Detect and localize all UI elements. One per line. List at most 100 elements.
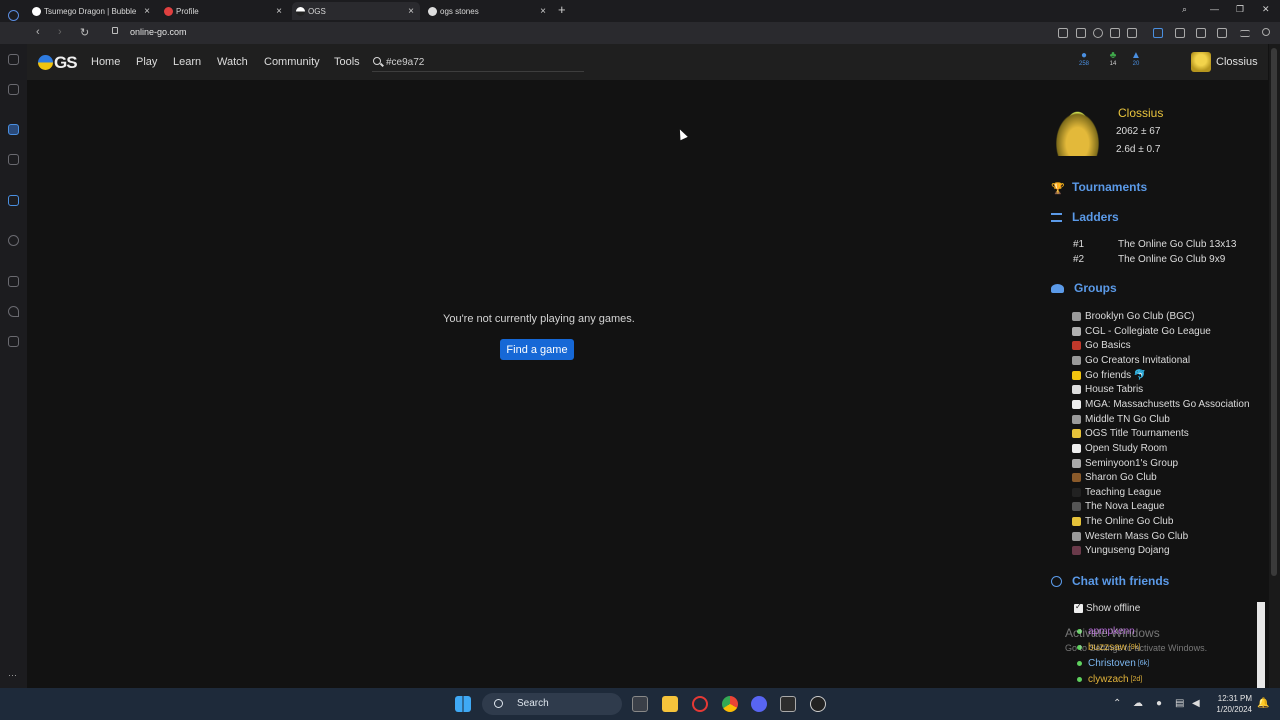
bag-icon[interactable]	[8, 84, 19, 95]
nav-home[interactable]: Home	[91, 56, 120, 68]
friend-item[interactable]: Christoven [6k]	[1077, 658, 1149, 669]
tournaments-link[interactable]: 🏆 Tournaments	[1051, 180, 1147, 195]
group-item[interactable]: The Online Go Club	[1072, 516, 1173, 527]
forward-icon[interactable]: ›	[58, 26, 62, 38]
ladders-link[interactable]: Ladders	[1051, 210, 1119, 224]
tab-profile[interactable]: Profile ×	[160, 2, 288, 20]
microphone-icon[interactable]: ●	[1156, 698, 1162, 709]
group-item[interactable]: Go Basics	[1072, 340, 1131, 351]
scrollbar-thumb[interactable]	[1271, 48, 1277, 576]
group-item[interactable]: Go friends 🐬	[1072, 370, 1146, 381]
snipping-tool-icon[interactable]	[780, 696, 796, 712]
group-item[interactable]: Yunguseng Dojang	[1072, 545, 1170, 556]
opera-icon[interactable]	[692, 696, 708, 712]
close-icon[interactable]: ×	[540, 6, 546, 17]
chrome-icon[interactable]	[722, 696, 738, 712]
friend-item[interactable]: clywzach [2d]	[1077, 674, 1142, 685]
nav-community[interactable]: Community	[264, 56, 320, 68]
onedrive-icon[interactable]: ☁	[1133, 698, 1143, 709]
windows-start-icon[interactable]	[455, 696, 471, 712]
chat-friends-header[interactable]: Chat with friends	[1051, 574, 1169, 588]
apps-icon[interactable]	[8, 276, 19, 287]
group-icon	[1072, 326, 1081, 336]
minimize-icon[interactable]: —	[1210, 4, 1219, 14]
menu-icon[interactable]	[1240, 30, 1250, 37]
group-item[interactable]: Seminyoon1's Group	[1072, 458, 1178, 469]
task-view-icon[interactable]	[632, 696, 648, 712]
user-menu-button[interactable]: Clossius	[1191, 52, 1258, 72]
file-explorer-icon[interactable]	[662, 696, 678, 712]
download-icon[interactable]	[1217, 28, 1227, 38]
group-item[interactable]: Teaching League	[1072, 487, 1161, 498]
player-icon[interactable]	[8, 235, 19, 246]
reload-icon[interactable]: ↻	[80, 26, 89, 39]
group-item[interactable]: CGL - Collegiate Go League	[1072, 326, 1211, 337]
show-offline-checkbox[interactable]	[1074, 602, 1083, 613]
group-item[interactable]: Open Study Room	[1072, 443, 1167, 454]
send-icon[interactable]	[1110, 28, 1120, 38]
find-game-button[interactable]: Find a game	[500, 339, 574, 360]
chat-scrollbar[interactable]	[1257, 602, 1265, 688]
nav-learn[interactable]: Learn	[173, 56, 201, 68]
back-icon[interactable]: ‹	[36, 26, 40, 38]
messages-icon[interactable]	[8, 336, 19, 347]
profile-username[interactable]: Clossius	[1118, 106, 1163, 120]
box-icon[interactable]	[1196, 28, 1206, 38]
group-item[interactable]: OGS Title Tournaments	[1072, 428, 1189, 439]
close-icon[interactable]: ×	[276, 6, 282, 17]
friends-count-button[interactable]: ♣ 14	[1104, 50, 1122, 67]
more-icon[interactable]: ···	[8, 670, 19, 681]
block-icon[interactable]	[1093, 28, 1103, 38]
group-item[interactable]: MGA: Massachusetts Go Association	[1072, 399, 1250, 410]
search-tabs-icon[interactable]: ⌕	[1182, 4, 1187, 15]
dragon-avatar[interactable]	[1051, 106, 1104, 156]
discord-icon[interactable]	[8, 195, 19, 206]
friend-rank: [6k]	[1137, 660, 1150, 667]
volume-icon[interactable]: ◀	[1192, 698, 1200, 709]
account-icon[interactable]	[1262, 28, 1270, 36]
notification-bell-icon[interactable]: 🔔	[1257, 698, 1269, 709]
group-item[interactable]: Middle TN Go Club	[1072, 414, 1170, 425]
extension-icon[interactable]	[1175, 28, 1185, 38]
favorites-icon[interactable]	[8, 306, 19, 317]
ogs-app-icon[interactable]	[810, 696, 826, 712]
tab-tsumego-dragon[interactable]: Tsumego Dragon | Bubble ×	[28, 2, 156, 20]
group-item[interactable]: Go Creators Invitational	[1072, 355, 1190, 366]
network-icon[interactable]: ▤	[1175, 698, 1184, 709]
gamepad-icon[interactable]	[8, 154, 19, 165]
notifications-button[interactable]: ▲ 20	[1127, 50, 1145, 67]
groups-link[interactable]: Groups	[1051, 281, 1117, 295]
url-field[interactable]: online-go.com	[130, 27, 187, 37]
heart-icon[interactable]	[1127, 28, 1137, 38]
group-item[interactable]: House Tabris	[1072, 384, 1143, 395]
opera-logo-icon[interactable]	[8, 10, 19, 21]
discord-icon[interactable]	[751, 696, 767, 712]
restore-icon[interactable]: ❐	[1236, 4, 1244, 15]
sidebar-toggle-icon[interactable]	[1153, 28, 1163, 38]
close-icon[interactable]: ×	[408, 6, 414, 17]
new-tab-plus-icon[interactable]: +	[558, 2, 566, 17]
tab-ogs-stones[interactable]: ogs stones ×	[424, 2, 552, 20]
page-scrollbar[interactable]	[1269, 44, 1280, 688]
activate-windows-subtitle: Go to Settings to activate Windows.	[1065, 643, 1208, 653]
group-item[interactable]: Sharon Go Club	[1072, 472, 1157, 483]
camera-icon[interactable]	[1076, 28, 1086, 38]
nav-play[interactable]: Play	[136, 56, 157, 68]
home-icon[interactable]	[8, 124, 19, 135]
nav-watch[interactable]: Watch	[217, 56, 248, 68]
edit-icon[interactable]	[1058, 28, 1068, 38]
search-input[interactable]	[386, 55, 576, 69]
group-item[interactable]: The Nova League	[1072, 501, 1165, 512]
speed-dial-icon[interactable]	[8, 54, 19, 65]
group-item[interactable]: Western Mass Go Club	[1072, 531, 1188, 542]
tray-chevron-icon[interactable]: ⌃	[1113, 698, 1121, 709]
group-item[interactable]: Brooklyn Go Club (BGC)	[1072, 311, 1194, 322]
nav-tools[interactable]: Tools	[334, 56, 360, 68]
taskbar-search[interactable]: Search	[482, 693, 622, 715]
ogs-logo[interactable]: GS	[38, 53, 78, 73]
close-icon[interactable]: ×	[144, 6, 150, 17]
tab-ogs[interactable]: OGS ×	[292, 2, 420, 20]
close-window-icon[interactable]: ✕	[1262, 4, 1270, 15]
taskbar-clock[interactable]: 12:31 PM 1/20/2024	[1208, 693, 1252, 715]
chat-count-button[interactable]: ● 258	[1075, 50, 1093, 67]
